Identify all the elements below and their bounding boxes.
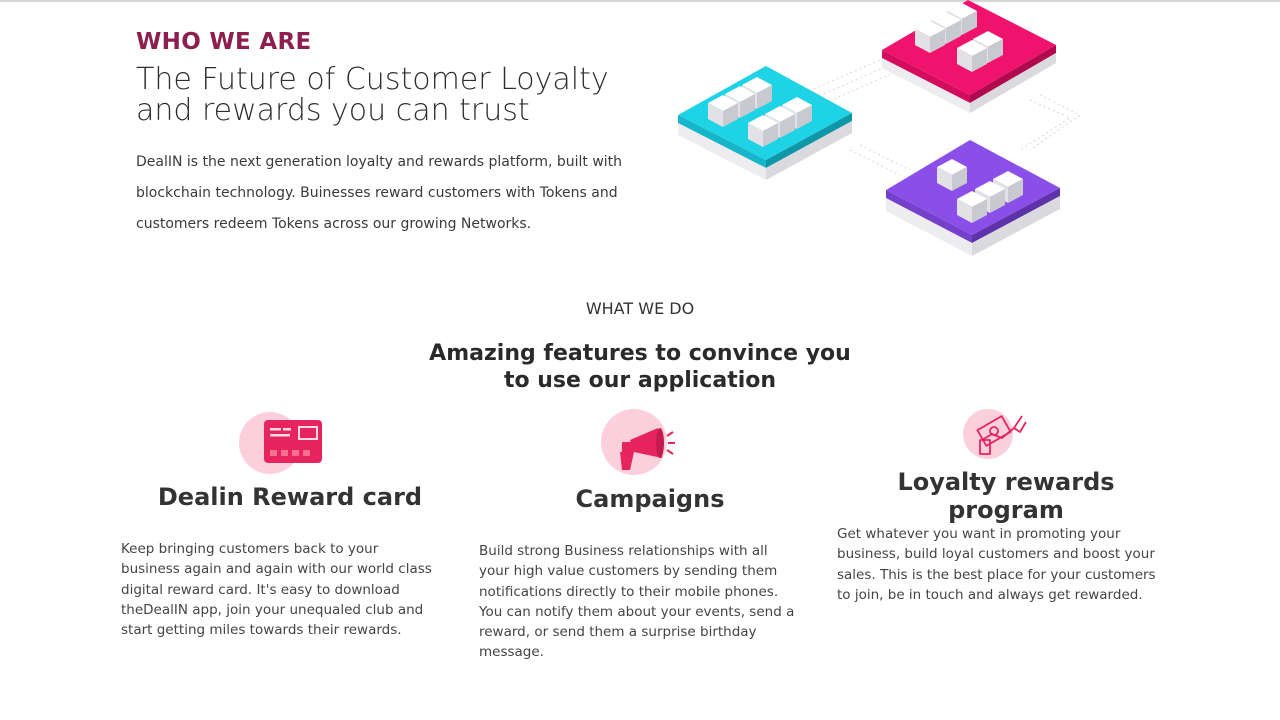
who-we-are-description: DealIN is the next generation loyalty an… xyxy=(136,154,623,232)
reward-card-icon xyxy=(239,412,322,474)
megaphone-icon xyxy=(601,409,675,475)
pink-platform xyxy=(882,0,1056,113)
feature-desc-loyalty-rewards: Get whatever you want in promoting your … xyxy=(837,526,1156,603)
what-we-do-title: Amazing features to convince you to use … xyxy=(340,340,940,394)
what-title-line2: to use our application xyxy=(503,368,777,393)
purple-platform xyxy=(886,140,1060,256)
feature-title-reward-card: Dealin Reward card xyxy=(157,483,423,511)
who-title-line1: The Future of Customer Loyalty xyxy=(136,62,609,97)
who-we-are-title: The Future of Customer Loyalty and rewar… xyxy=(136,64,656,126)
who-title-line2: and rewards you can trust xyxy=(136,93,530,128)
who-we-are-label: WHO WE ARE xyxy=(136,29,312,55)
feature-title-campaigns: Campaigns xyxy=(575,485,725,513)
what-title-line1: Amazing features to convince you xyxy=(429,341,851,366)
what-we-do-label: WHAT WE DO xyxy=(585,299,695,318)
feature-desc-campaigns: Build strong Business relationships with… xyxy=(479,543,795,661)
feature-desc-reward-card: Keep bringing customers back to your bus… xyxy=(121,541,432,639)
feature-title-loyalty-rewards: Loyalty rewards program xyxy=(897,468,1115,524)
cyan-platform xyxy=(678,66,852,180)
cash-hand-icon xyxy=(963,409,1027,459)
blockchain-illustration xyxy=(678,0,1082,256)
